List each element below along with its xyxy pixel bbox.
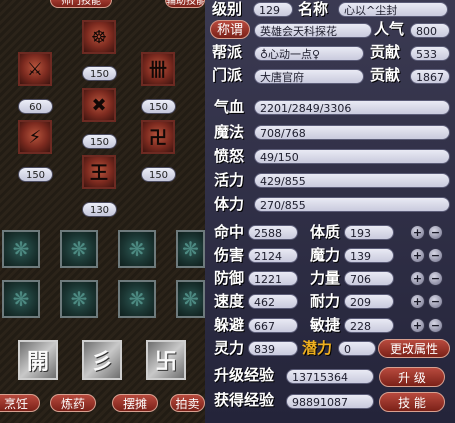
strength-minus-button[interactable]: − (428, 271, 443, 286)
endurance-value: 209 (344, 294, 394, 309)
tab-stall[interactable]: 摆摊 (112, 394, 158, 412)
skill-icon-4[interactable]: 卌 (141, 52, 175, 86)
level-value: 129 (253, 2, 293, 17)
magic-plus-button[interactable]: + (410, 248, 425, 263)
skill-icon-7[interactable]: 王 (82, 155, 116, 189)
skill-icon-2[interactable]: ⚔ (18, 52, 52, 86)
contribution-label: 贡献 (370, 43, 401, 61)
spirit-value: 839 (248, 341, 298, 356)
potential-value: 0 (338, 341, 376, 356)
tab-school-skills[interactable]: 师门技能 (50, 0, 112, 8)
exp-gain-value: 98891087 (286, 394, 374, 409)
empty-slot-1[interactable]: ❋ (2, 230, 40, 268)
contribution2-label: 贡献 (370, 66, 401, 84)
empty-slot-2[interactable]: ❋ (60, 230, 98, 268)
magic-minus-button[interactable]: − (428, 248, 443, 263)
popularity-value: 800 (410, 23, 450, 38)
endurance-minus-button[interactable]: − (428, 294, 443, 309)
skill-level-1: 150 (82, 66, 117, 81)
skill-level-7: 130 (82, 202, 117, 217)
stamina-label: 体力 (214, 195, 245, 213)
constitution-plus-button[interactable]: + (410, 225, 425, 240)
life-skill-icon-2[interactable]: 彡 (82, 340, 122, 380)
agility-value: 228 (344, 318, 394, 333)
level-label: 级别 (212, 0, 243, 18)
strength-label: 力量 (310, 269, 341, 287)
skill-level-3: 150 (82, 134, 117, 149)
speed-value: 462 (248, 294, 298, 309)
upgrade-button[interactable]: 升 级 (379, 367, 445, 387)
contribution-value: 533 (410, 46, 450, 61)
tab-assist-skills[interactable]: 辅助技能 (165, 0, 205, 8)
anger-label: 愤怒 (214, 147, 245, 165)
endurance-plus-button[interactable]: + (410, 294, 425, 309)
empty-slot-3[interactable]: ❋ (118, 230, 156, 268)
potential-label: 潜力 (302, 339, 333, 357)
constitution-label: 体质 (310, 223, 341, 241)
skill-icon-6[interactable]: 卍 (141, 120, 175, 154)
magic-label: 魔力 (310, 246, 341, 264)
exp-gain-label: 获得经验 (214, 391, 275, 409)
empty-slot-4[interactable]: ❋ (176, 230, 205, 268)
dodge-value: 667 (248, 318, 298, 333)
damage-label: 伤害 (214, 246, 245, 264)
skill-level-6: 150 (141, 167, 176, 182)
spirit-label: 灵力 (214, 339, 245, 357)
exp-up-value: 13715364 (286, 369, 374, 384)
title-button[interactable]: 称谓 (210, 20, 250, 39)
skills-button[interactable]: 技 能 (379, 392, 445, 412)
skill-icon-3[interactable]: ✖ (82, 88, 116, 122)
vitality-label: 活力 (214, 171, 245, 189)
life-skill-icon-1[interactable]: 開 (18, 340, 58, 380)
hp-value: 2201/2849/3306 (254, 100, 450, 115)
mp-label: 魔法 (214, 123, 245, 141)
skill-level-2: 60 (18, 99, 53, 114)
life-skill-icon-3[interactable]: 卐 (146, 340, 186, 380)
empty-slot-7[interactable]: ❋ (118, 280, 156, 318)
vitality-value: 429/855 (254, 173, 450, 188)
defense-label: 防御 (214, 269, 245, 287)
skill-icon-1[interactable]: ☸ (82, 20, 116, 54)
title-value: 英雄会天科探花 (254, 23, 372, 38)
skill-icon-5[interactable]: ⚡ (18, 120, 52, 154)
name-value: 心以^尘封 (338, 2, 448, 17)
skill-level-5: 150 (18, 167, 53, 182)
skill-level-4: 150 (141, 99, 176, 114)
gang-value: ♁心动一点♀ (254, 46, 364, 61)
school-value: 大唐官府 (254, 69, 364, 84)
agility-minus-button[interactable]: − (428, 318, 443, 333)
tab-auction[interactable]: 拍卖 (170, 394, 205, 412)
speed-label: 速度 (214, 292, 245, 310)
strength-value: 706 (344, 271, 394, 286)
empty-slot-6[interactable]: ❋ (60, 280, 98, 318)
exp-up-label: 升级经验 (214, 366, 275, 384)
agility-plus-button[interactable]: + (410, 318, 425, 333)
contribution2-value: 1867 (410, 69, 450, 84)
popularity-label: 人气 (374, 20, 405, 38)
agility-label: 敏捷 (310, 316, 341, 334)
magic-value: 139 (344, 248, 394, 263)
mp-value: 708/768 (254, 125, 450, 140)
change-attributes-button[interactable]: 更改属性 (378, 339, 450, 358)
empty-slot-8[interactable]: ❋ (176, 280, 205, 318)
tab-alchemy[interactable]: 炼药 (50, 394, 96, 412)
school-label: 门派 (212, 66, 243, 84)
damage-value: 2124 (248, 248, 298, 263)
gang-label: 帮派 (212, 43, 243, 61)
anger-value: 49/150 (254, 149, 450, 164)
defense-value: 1221 (248, 271, 298, 286)
tab-cooking[interactable]: 烹饪 (0, 394, 40, 412)
hit-label: 命中 (214, 223, 245, 241)
hp-label: 气血 (214, 98, 245, 116)
constitution-value: 193 (344, 225, 394, 240)
hit-value: 2588 (248, 225, 298, 240)
constitution-minus-button[interactable]: − (428, 225, 443, 240)
dodge-label: 躲避 (214, 316, 245, 334)
endurance-label: 耐力 (310, 292, 341, 310)
strength-plus-button[interactable]: + (410, 271, 425, 286)
empty-slot-5[interactable]: ❋ (2, 280, 40, 318)
stamina-value: 270/855 (254, 197, 450, 212)
name-label: 名称 (298, 0, 329, 18)
